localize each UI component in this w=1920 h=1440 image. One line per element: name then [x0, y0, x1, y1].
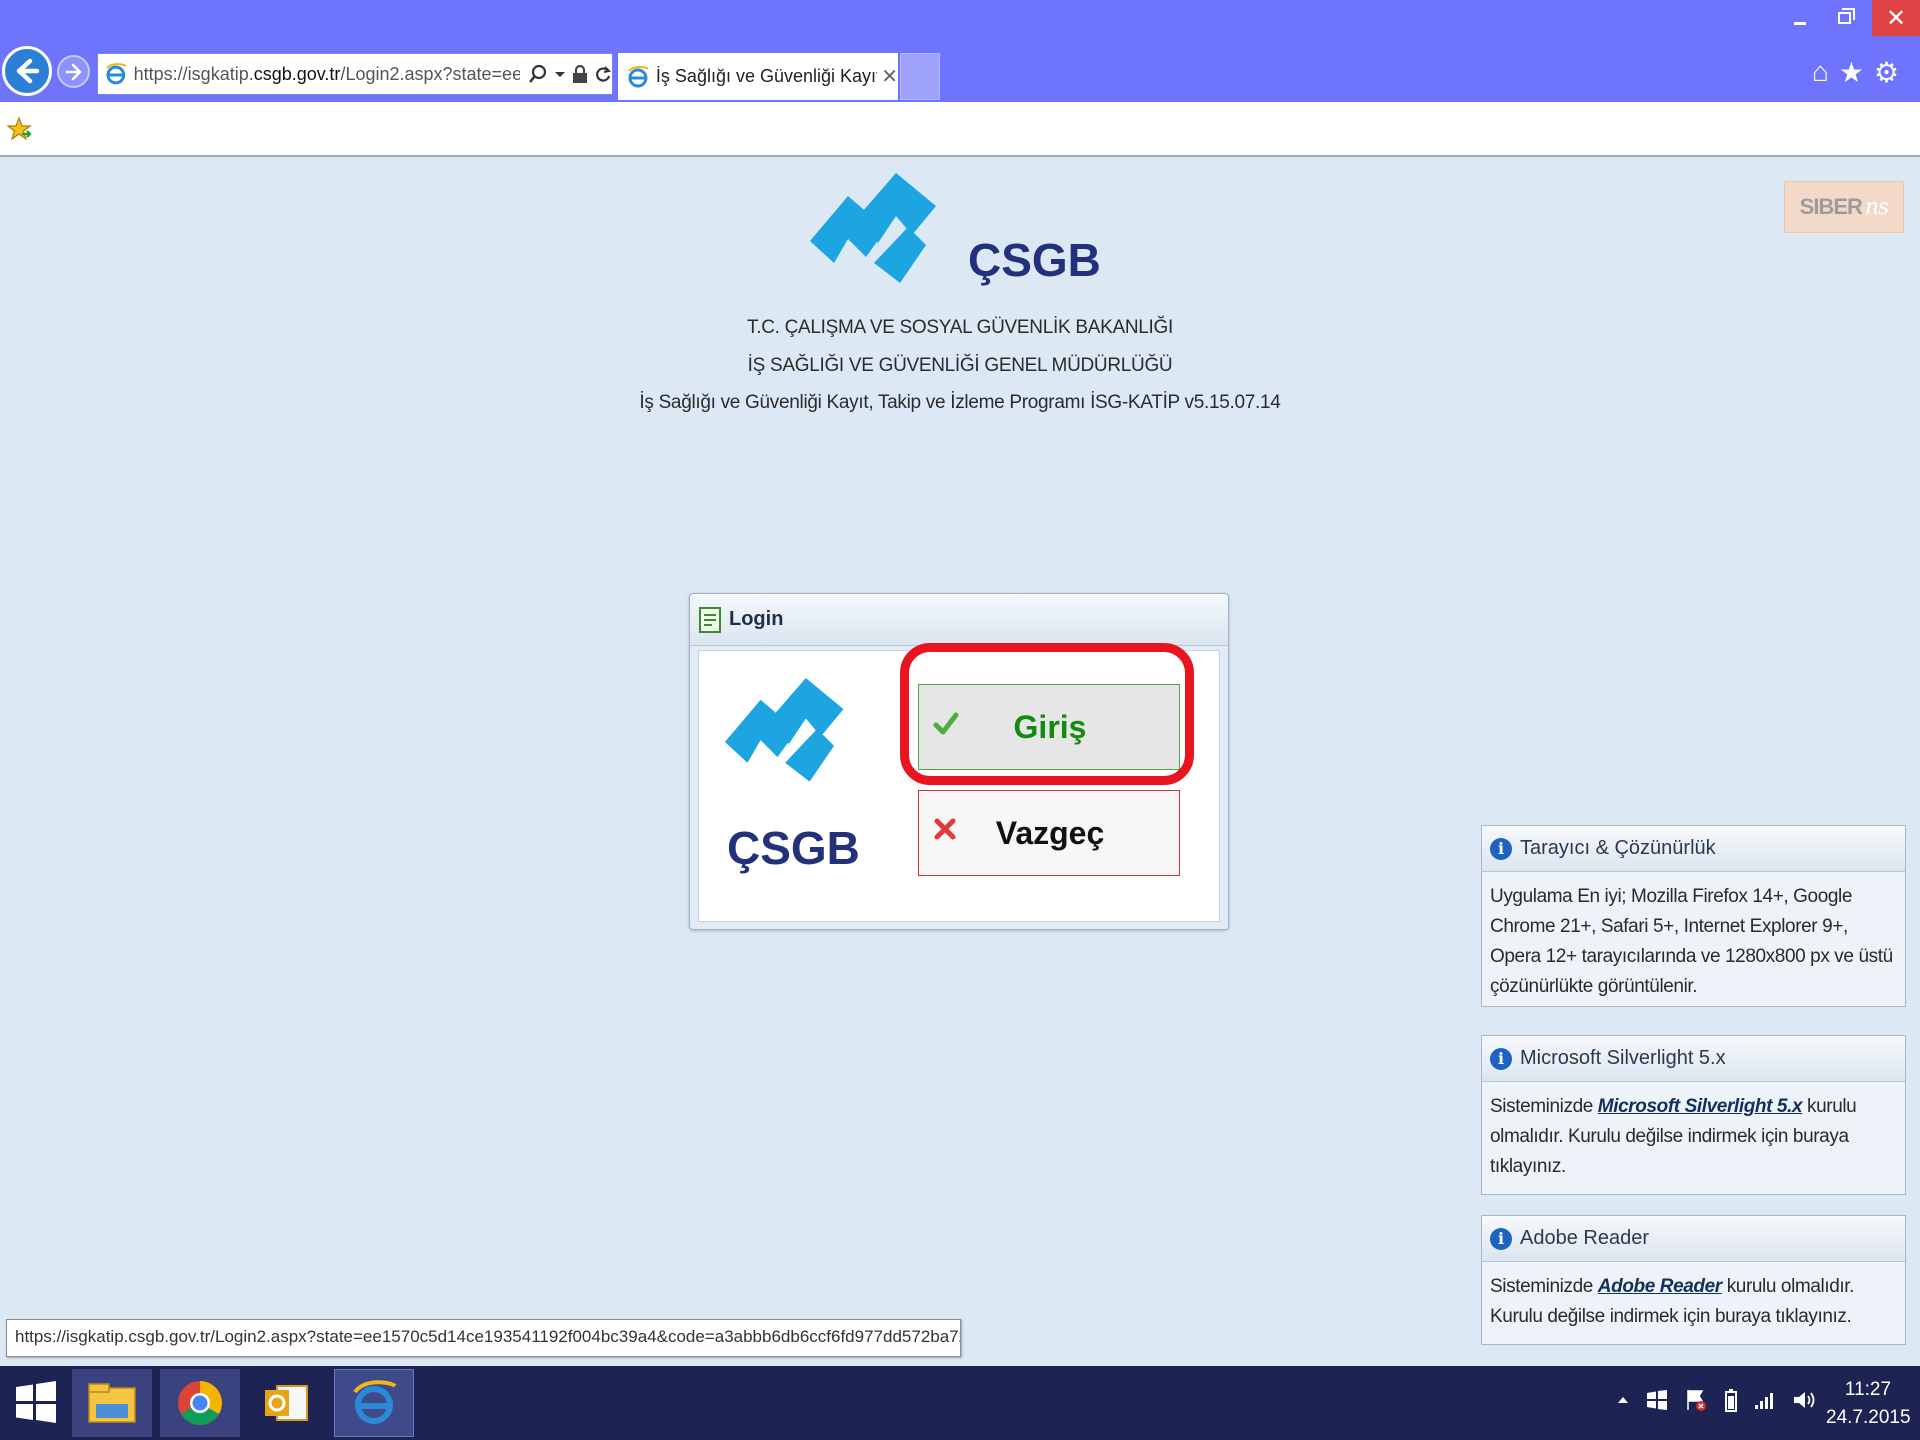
info-box-header: i Tarayıcı & Çözünürlük: [1482, 826, 1905, 872]
close-icon: ✕: [1885, 4, 1907, 32]
browser-toolbar-icons: ⌂ ★ ⚙: [1812, 56, 1899, 89]
chrome-icon: [178, 1381, 222, 1425]
info-icon: i: [1490, 1047, 1512, 1070]
address-bar[interactable]: https://isgkatip.csgb.gov.tr/Login2.aspx…: [97, 53, 613, 95]
battery-icon[interactable]: [1724, 1388, 1738, 1412]
highlight-annotation-circle: [900, 643, 1194, 785]
internet-explorer-icon: [628, 65, 649, 87]
info-box-title: Microsoft Silverlight 5.x: [1520, 1047, 1726, 1069]
logo-brand-text: ÇSGB: [968, 234, 1101, 286]
signal-icon[interactable]: [1754, 1390, 1776, 1410]
arrow-right-icon: [65, 63, 81, 80]
system-tray: [1616, 1388, 1816, 1412]
silverlight-link[interactable]: Microsoft Silverlight 5.x: [1598, 1096, 1803, 1117]
info-box-title: Tarayıcı & Çözünürlük: [1520, 837, 1716, 859]
taskbar-outlook[interactable]: [246, 1369, 326, 1437]
taskbar-clock[interactable]: 11:27 24.7.2015: [1826, 1376, 1911, 1432]
page-content: SIBER ns ÇSGB T.C. ÇALIŞMA VE SOSYAL GÜVE…: [0, 159, 1920, 1366]
info-box-browser: i Tarayıcı & Çözünürlük Uygulama En iyi;…: [1481, 825, 1906, 1007]
document-icon: [699, 606, 721, 633]
restore-button[interactable]: [1822, 0, 1866, 36]
forward-button[interactable]: [57, 55, 90, 88]
info-box-text: Uygulama En iyi; Mozilla Firefox 14+, Go…: [1490, 886, 1893, 997]
clock-date: 24.7.2015: [1826, 1407, 1911, 1428]
clock-time: 11:27: [1844, 1379, 1892, 1400]
info-icon: i: [1490, 1227, 1512, 1250]
login-logo-brand-text: ÇSGB: [727, 822, 860, 874]
arrow-left-icon: [16, 58, 40, 84]
new-tab-button[interactable]: [900, 53, 940, 100]
program-title: İş Sağlığı ve Güvenliği Kayıt, Takip ve …: [639, 392, 1281, 413]
windows-start-icon[interactable]: [14, 1380, 58, 1424]
internet-explorer-icon: [106, 63, 127, 85]
taskbar: 11:27 24.7.2015: [0, 1366, 1920, 1440]
status-bar-url: https://isgkatip.csgb.gov.tr/Login2.aspx…: [6, 1319, 961, 1357]
info-box-adobe-reader: i Adobe Reader Sisteminizde Adobe Reader…: [1481, 1215, 1906, 1345]
action-center-icon[interactable]: [1684, 1388, 1708, 1412]
login-cancel-button[interactable]: Vazgeç: [918, 790, 1180, 876]
add-favorite-icon[interactable]: [6, 116, 32, 142]
favorites-icon[interactable]: ★: [1839, 56, 1864, 89]
tab-close-icon[interactable]: ✕: [881, 64, 898, 89]
info-box-text: Sisteminizde Adobe Reader kurulu olmalıd…: [1490, 1276, 1855, 1327]
directorate-title: İŞ SAĞLIĞI VE GÜVENLİĞİ GENEL MÜDÜRLÜĞÜ: [747, 355, 1173, 376]
lock-icon[interactable]: [572, 64, 588, 84]
csgb-wave-icon: [810, 173, 936, 283]
show-hidden-icon[interactable]: [1616, 1393, 1630, 1407]
home-icon[interactable]: ⌂: [1812, 56, 1829, 89]
taskbar-chrome[interactable]: [160, 1369, 240, 1437]
search-icon[interactable]: [528, 64, 548, 84]
refresh-icon[interactable]: [594, 64, 612, 84]
internet-explorer-icon: [353, 1380, 397, 1424]
tab-title: İş Sağlığı ve Güvenliği Kayıt,...: [655, 66, 878, 86]
info-box-title: Adobe Reader: [1520, 1227, 1649, 1249]
adobe-reader-link[interactable]: Adobe Reader: [1598, 1276, 1722, 1297]
back-button[interactable]: [2, 46, 52, 96]
file-explorer-icon: [88, 1383, 136, 1423]
settings-icon[interactable]: ⚙: [1874, 56, 1899, 89]
csgb-logo: ÇSGB: [808, 171, 1118, 296]
windows-flag-icon[interactable]: [1646, 1389, 1668, 1411]
minimize-button[interactable]: [1778, 0, 1822, 36]
dropdown-icon[interactable]: [554, 64, 566, 84]
url-text[interactable]: https://isgkatip.csgb.gov.tr/Login2.aspx…: [134, 64, 520, 85]
info-box-header: i Microsoft Silverlight 5.x: [1482, 1036, 1905, 1082]
info-icon: i: [1490, 837, 1512, 860]
taskbar-internet-explorer[interactable]: [334, 1369, 414, 1437]
close-window-button[interactable]: ✕: [1872, 0, 1920, 36]
csgb-wave-icon: [724, 678, 844, 782]
ministry-title: T.C. ÇALIŞMA VE SOSYAL GÜVENLİK BAKANLIĞ…: [747, 317, 1173, 338]
tab-isg-katip[interactable]: İş Sağlığı ve Güvenliği Kayıt,... ✕: [618, 53, 898, 100]
login-panel-header: Login: [690, 594, 1228, 646]
browser-chrome: ✕ https://isgkatip.csgb.gov.tr/Login2.as…: [0, 0, 1920, 102]
restore-icon: [1837, 12, 1851, 24]
login-title: Login: [729, 608, 784, 630]
favorites-bar: [0, 102, 1920, 157]
info-box-header: i Adobe Reader: [1482, 1216, 1905, 1262]
outlook-icon: [265, 1385, 308, 1421]
volume-icon[interactable]: [1792, 1389, 1816, 1411]
minimize-icon: [1794, 21, 1806, 25]
info-box-text: Sisteminizde Microsoft Silverlight 5.x k…: [1490, 1096, 1857, 1177]
taskbar-file-explorer[interactable]: [72, 1369, 152, 1437]
info-box-silverlight: i Microsoft Silverlight 5.x Sisteminizde…: [1481, 1035, 1906, 1195]
siber-badge: SIBER ns: [1784, 181, 1904, 233]
login-cancel-label: Vazgeç: [995, 814, 1105, 851]
